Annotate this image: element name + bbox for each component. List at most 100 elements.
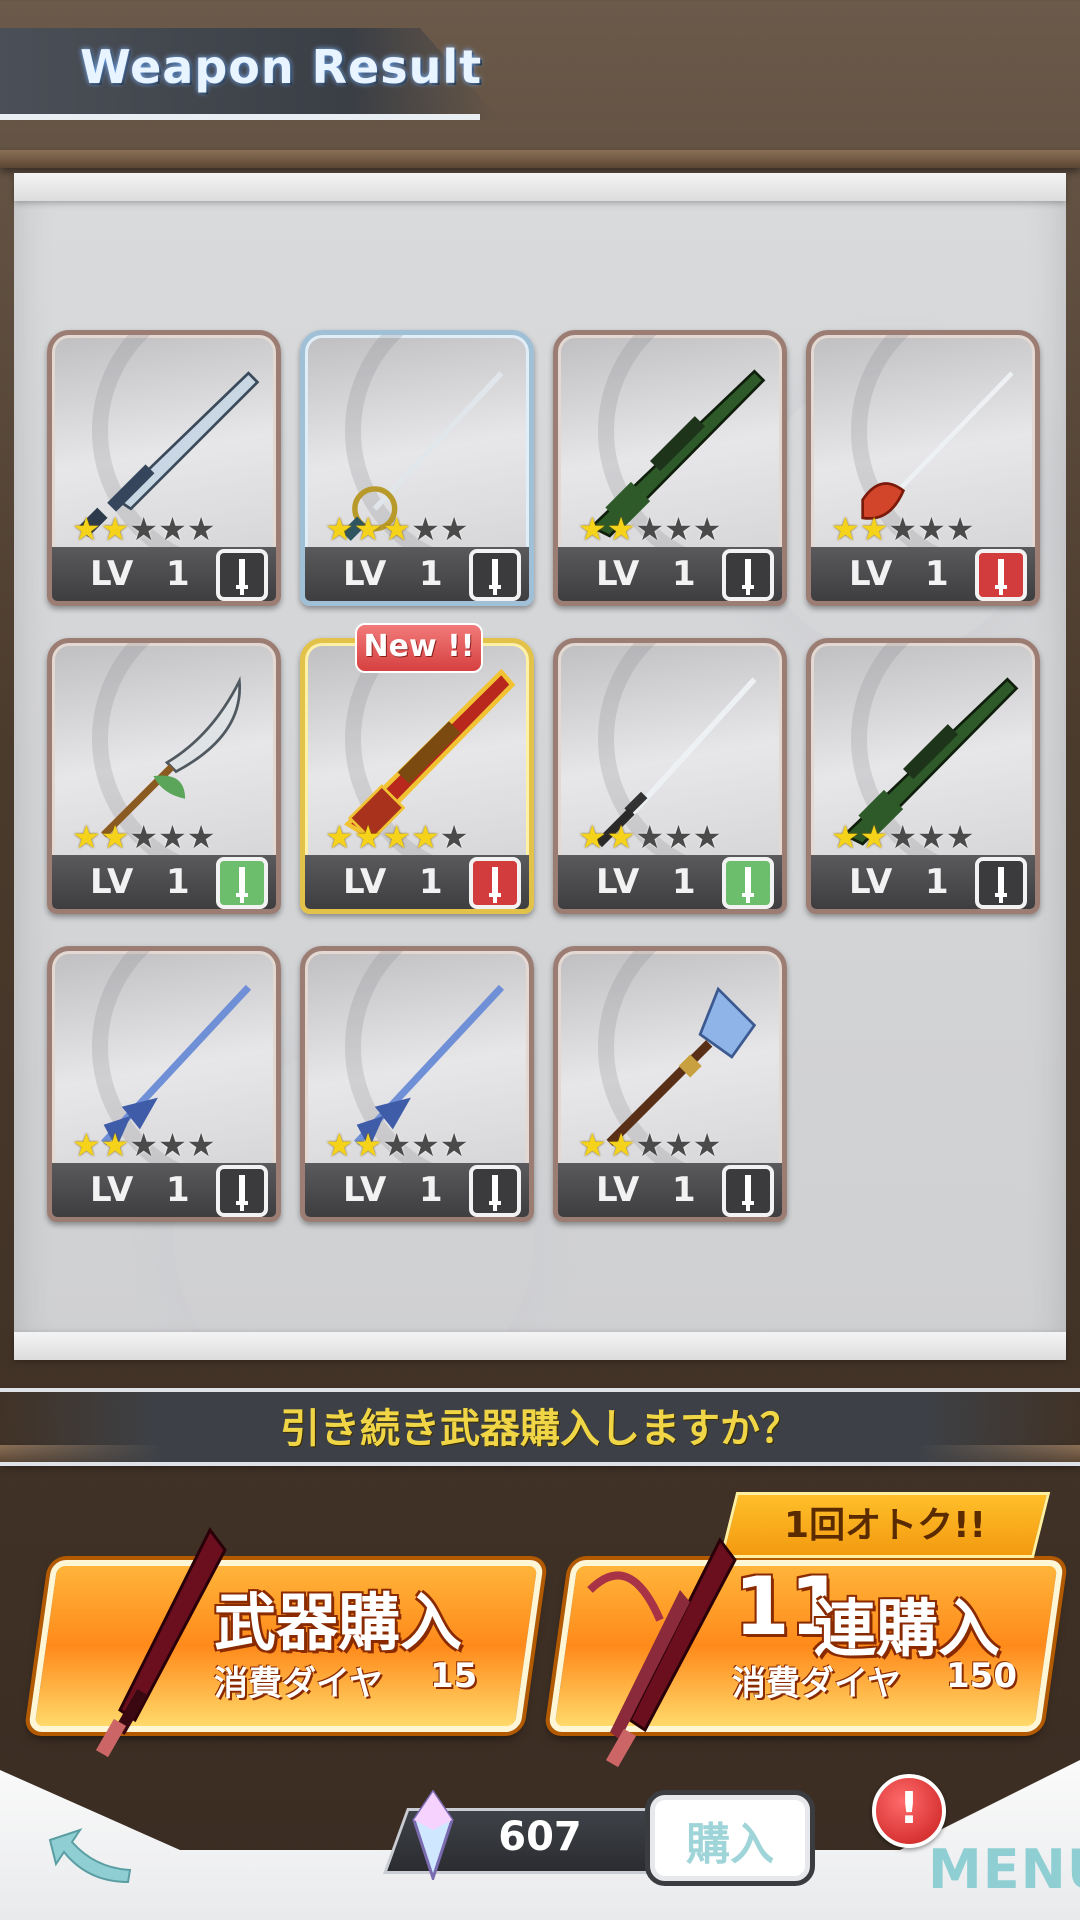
star-filled-icon: ★ — [859, 510, 889, 548]
star-rating: ★ ★ ★ ★ ★ — [578, 1129, 721, 1161]
weapon-card[interactable]: ★ ★ ★ ★ ★ LV 1 — [806, 330, 1040, 606]
level-label: LV — [596, 554, 640, 594]
star-filled-icon: ★ — [325, 510, 354, 548]
star-rating: ★ ★ ★ ★ ★ — [325, 513, 468, 545]
star-empty-icon: ★ — [664, 510, 693, 548]
weapon-card[interactable]: ★ ★ ★ ★ ★ LV 1 — [300, 638, 534, 914]
star-filled-icon: ★ — [325, 1126, 354, 1164]
star-rating: ★ ★ ★ ★ ★ — [72, 513, 215, 545]
star-filled-icon: ★ — [382, 818, 412, 856]
star-empty-icon: ★ — [945, 818, 975, 856]
star-rating: ★ ★ ★ ★ ★ — [325, 1129, 468, 1161]
star-filled-icon: ★ — [72, 818, 101, 856]
star-filled-icon: ★ — [72, 1126, 101, 1164]
back-arrow-icon[interactable] — [40, 1820, 140, 1900]
level-label: LV — [90, 554, 134, 594]
new-badge: New !! — [355, 623, 483, 673]
star-empty-icon: ★ — [129, 510, 159, 548]
star-empty-icon: ★ — [635, 510, 665, 548]
weapon-card[interactable]: ★ ★ ★ ★ ★ LV 1 — [553, 946, 787, 1222]
menu-button[interactable]: MENU — [928, 1838, 1080, 1901]
star-empty-icon: ★ — [664, 1126, 693, 1164]
level-value: 1 — [419, 1170, 443, 1210]
weapon-card[interactable]: ★ ★ ★ ★ ★ LV 1 — [806, 638, 1040, 914]
star-empty-icon: ★ — [439, 510, 469, 548]
sword-bundle-icon — [587, 1537, 737, 1768]
star-empty-icon: ★ — [158, 510, 187, 548]
buy-11-cost: 150 — [946, 1656, 1017, 1696]
weapon-type-icon — [722, 857, 774, 909]
star-empty-icon: ★ — [186, 510, 216, 548]
star-filled-icon: ★ — [578, 510, 607, 548]
star-empty-icon: ★ — [692, 818, 722, 856]
level-label: LV — [90, 862, 134, 902]
star-filled-icon: ★ — [606, 818, 636, 856]
star-filled-icon: ★ — [100, 1126, 130, 1164]
weapon-card[interactable]: ★ ★ ★ ★ ★ LV 1 — [47, 638, 281, 914]
buy-weapon-title: 武器購入 — [214, 1586, 463, 1659]
level-value: 1 — [419, 862, 443, 902]
star-filled-icon: ★ — [831, 510, 860, 548]
deal-label: 1回オトク!! — [784, 1505, 986, 1546]
star-empty-icon: ★ — [439, 818, 469, 856]
weapon-card[interactable]: ★ ★ ★ ★ ★ LV 1 — [47, 330, 281, 606]
level-value: 1 — [925, 862, 949, 902]
star-empty-icon: ★ — [888, 510, 918, 548]
star-empty-icon: ★ — [945, 510, 975, 548]
star-rating: ★ ★ ★ ★ ★ — [72, 1129, 215, 1161]
star-filled-icon: ★ — [606, 510, 636, 548]
star-empty-icon: ★ — [692, 510, 722, 548]
panel-top-bar — [14, 173, 1066, 201]
star-filled-icon: ★ — [831, 818, 860, 856]
shelf-decoration — [0, 150, 1080, 168]
diamond-icon — [412, 1790, 454, 1880]
star-filled-icon: ★ — [353, 510, 383, 548]
level-label: LV — [343, 862, 387, 902]
level-label: LV — [90, 1170, 134, 1210]
level-value: 1 — [419, 554, 443, 594]
level-value: 1 — [672, 554, 696, 594]
star-empty-icon: ★ — [439, 1126, 469, 1164]
star-filled-icon: ★ — [411, 818, 440, 856]
weapon-type-icon — [216, 857, 268, 909]
level-label: LV — [849, 862, 893, 902]
level-label: LV — [596, 862, 640, 902]
weapon-card[interactable]: ★ ★ ★ ★ ★ LV 1 — [300, 330, 534, 606]
star-filled-icon: ★ — [859, 818, 889, 856]
star-rating: ★ ★ ★ ★ ★ — [831, 513, 974, 545]
weapon-card[interactable]: ★ ★ ★ ★ ★ LV 1 — [553, 638, 787, 914]
star-empty-icon: ★ — [635, 1126, 665, 1164]
weapon-card[interactable]: ★ ★ ★ ★ ★ LV 1 — [47, 946, 281, 1222]
weapon-card[interactable]: ★ ★ ★ ★ ★ LV 1 — [300, 946, 534, 1222]
weapon-type-icon — [469, 549, 521, 601]
star-rating: ★ ★ ★ ★ ★ — [325, 821, 468, 853]
weapon-type-icon — [975, 857, 1027, 909]
star-filled-icon: ★ — [353, 818, 383, 856]
weapon-card[interactable]: ★ ★ ★ ★ ★ LV 1 — [553, 330, 787, 606]
buy-11-cost-label: 消費ダイヤ — [732, 1664, 901, 1704]
star-filled-icon: ★ — [100, 818, 130, 856]
star-filled-icon: ★ — [72, 510, 101, 548]
star-rating: ★ ★ ★ ★ ★ — [578, 513, 721, 545]
star-empty-icon: ★ — [411, 510, 440, 548]
weapon-type-icon — [469, 857, 521, 909]
weapon-type-icon — [722, 1165, 774, 1217]
star-empty-icon: ★ — [186, 1126, 216, 1164]
star-empty-icon: ★ — [692, 1126, 722, 1164]
star-filled-icon: ★ — [100, 510, 130, 548]
level-label: LV — [343, 554, 387, 594]
star-rating: ★ ★ ★ ★ ★ — [831, 821, 974, 853]
star-empty-icon: ★ — [917, 818, 946, 856]
buy-weapon-cost: 15 — [430, 1656, 478, 1696]
level-value: 1 — [925, 554, 949, 594]
level-value: 1 — [166, 554, 190, 594]
buy-weapon-cost-label: 消費ダイヤ — [214, 1664, 383, 1704]
weapon-type-icon — [722, 549, 774, 601]
weapon-type-icon — [975, 549, 1027, 601]
star-filled-icon: ★ — [353, 1126, 383, 1164]
star-filled-icon: ★ — [325, 818, 354, 856]
star-empty-icon: ★ — [129, 1126, 159, 1164]
buy-11-title: 連購入 — [814, 1592, 1001, 1665]
star-rating: ★ ★ ★ ★ ★ — [72, 821, 215, 853]
weapon-type-icon — [216, 549, 268, 601]
